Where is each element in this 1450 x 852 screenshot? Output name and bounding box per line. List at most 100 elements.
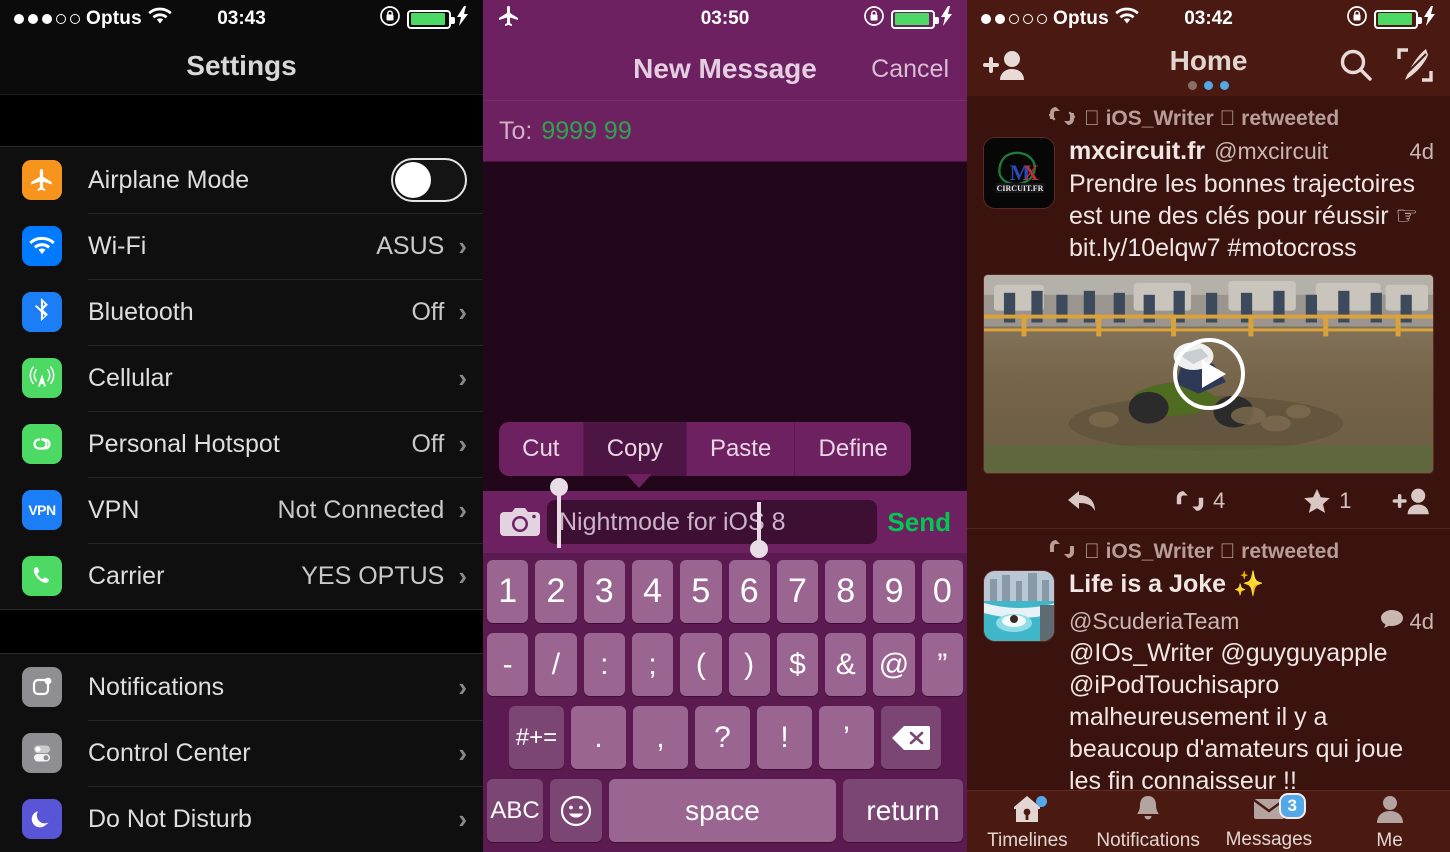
twitter-tab-bar: Timelines Notifications 3 Messages Me	[967, 790, 1450, 852]
sidebar-item-cellular[interactable]: Cellular ›	[0, 345, 483, 412]
avatar[interactable]: M X CIRCUIT.FR	[983, 137, 1055, 210]
page-title: Settings	[186, 50, 297, 82]
status-bar-left: Optus	[14, 7, 172, 31]
copy-menu-item[interactable]: Copy	[583, 422, 687, 476]
twitter-timeline-feed[interactable]:  iOS_Writer  retweeted M X CIRCUIT.FR	[967, 96, 1450, 790]
tweet-author-handle[interactable]: @mxcircuit	[1214, 138, 1328, 165]
key-paren-open[interactable]: (	[680, 633, 722, 696]
battery-icon	[891, 9, 939, 29]
key-8[interactable]: 8	[825, 560, 867, 623]
tab-messages[interactable]: 3 Messages	[1209, 791, 1330, 852]
tweet-timestamp: 4d	[1409, 139, 1434, 165]
tweet-item[interactable]:  iOS_Writer  retweeted	[967, 529, 1450, 790]
key-quote[interactable]: ”	[921, 633, 963, 696]
key-colon[interactable]: :	[583, 633, 625, 696]
message-text-input[interactable]: Nightmode for iOS 8	[547, 478, 878, 558]
chevron-right-icon: ›	[458, 429, 467, 460]
sidebar-item-bluetooth[interactable]: Bluetooth Off ›	[0, 279, 483, 346]
cut-menu-item[interactable]: Cut	[499, 422, 584, 476]
selection-handle-start[interactable]	[550, 478, 568, 548]
status-bar-right	[1346, 5, 1436, 33]
add-user-icon[interactable]	[1390, 486, 1434, 516]
recipient-field-row[interactable]: To: 9999 99	[483, 100, 967, 162]
key-at[interactable]: @	[873, 633, 915, 696]
backspace-icon[interactable]	[881, 706, 941, 769]
carrier-name: Optus	[86, 8, 142, 29]
key-paren-close[interactable]: )	[728, 633, 770, 696]
favorite-count: 1	[1339, 488, 1352, 514]
key-3[interactable]: 3	[583, 560, 625, 623]
key-apostrophe[interactable]: ’	[819, 706, 874, 769]
key-9[interactable]: 9	[873, 560, 915, 623]
bell-icon	[1134, 795, 1162, 828]
sidebar-item-wifi[interactable]: Wi-Fi ASUS ›	[0, 213, 483, 280]
define-menu-item[interactable]: Define	[795, 422, 911, 476]
avatar[interactable]	[983, 570, 1055, 643]
play-button[interactable]	[1172, 338, 1245, 411]
airplane-icon	[497, 4, 521, 34]
to-label: To:	[499, 116, 533, 145]
camera-icon[interactable]	[493, 506, 547, 538]
airplane-mode-toggle[interactable]	[391, 158, 467, 203]
key-6[interactable]: 6	[728, 560, 770, 623]
tweet-author-name[interactable]: Life is a Joke ✨	[1069, 570, 1264, 599]
cellular-icon	[22, 358, 62, 399]
tweet-media-thumbnail[interactable]	[983, 274, 1434, 475]
tab-me[interactable]: Me	[1329, 791, 1450, 852]
key-semicolon[interactable]: ;	[631, 633, 674, 696]
sidebar-item-airplane-mode[interactable]: Airplane Mode	[0, 147, 483, 214]
unread-badge: 3	[1278, 793, 1306, 819]
selection-handle-end[interactable]	[750, 502, 769, 558]
key-7[interactable]: 7	[776, 560, 819, 623]
favorite-icon[interactable]: 1	[1303, 488, 1352, 514]
tweet-content: mxcircuit.fr @mxcircuit 4d Prendre les b…	[1069, 137, 1434, 264]
key-exclamation[interactable]: !	[757, 706, 812, 769]
key-4[interactable]: 4	[631, 560, 674, 623]
tab-label: Messages	[1225, 828, 1313, 850]
control-center-icon	[22, 733, 62, 773]
key-period[interactable]: .	[571, 706, 626, 769]
paste-menu-item[interactable]: Paste	[687, 422, 796, 476]
key-return[interactable]: return	[843, 779, 963, 842]
battery-icon	[407, 9, 455, 29]
sidebar-item-do-not-disturb[interactable]: Do Not Disturb ›	[0, 786, 483, 852]
key-abc[interactable]: ABC	[487, 779, 543, 842]
key-5[interactable]: 5	[680, 560, 722, 623]
chevron-right-icon: ›	[458, 561, 467, 592]
retweet-text:  iOS_Writer  retweeted	[1084, 539, 1339, 563]
tweet-author-handle[interactable]: @ScuderiaTeam	[1069, 608, 1239, 635]
key-2[interactable]: 2	[535, 560, 577, 623]
signal-strength-dots	[981, 14, 1047, 24]
sidebar-item-vpn[interactable]: VPN VPN Not Connected ›	[0, 477, 483, 544]
key-dollar[interactable]: $	[776, 633, 819, 696]
key-hyphen[interactable]: -	[487, 633, 529, 696]
tab-timelines[interactable]: Timelines	[967, 791, 1088, 852]
key-slash[interactable]: /	[535, 633, 577, 696]
tab-notifications[interactable]: Notifications	[1088, 791, 1209, 852]
retweet-action[interactable]: 4	[1175, 488, 1225, 514]
send-button[interactable]: Send	[887, 507, 957, 538]
sidebar-item-control-center[interactable]: Control Center ›	[0, 720, 483, 786]
reply-icon[interactable]	[1067, 489, 1097, 513]
search-icon[interactable]	[1338, 47, 1374, 88]
sidebar-item-personal-hotspot[interactable]: Personal Hotspot Off ›	[0, 411, 483, 478]
key-symbols-shift[interactable]: #+=	[509, 706, 564, 769]
page-title: New Message	[633, 53, 817, 84]
compose-icon[interactable]	[1396, 47, 1434, 88]
sidebar-item-notifications[interactable]: Notifications ›	[0, 654, 483, 720]
key-ampersand[interactable]: &	[825, 633, 867, 696]
key-question[interactable]: ?	[695, 706, 750, 769]
tab-label: Me	[1376, 829, 1403, 851]
key-0[interactable]: 0	[921, 560, 963, 623]
person-icon	[1376, 795, 1404, 828]
emoji-smiley-icon[interactable]	[550, 779, 602, 842]
sidebar-item-label: Bluetooth	[88, 297, 194, 326]
cancel-button[interactable]: Cancel	[871, 55, 949, 84]
sidebar-item-carrier[interactable]: Carrier YES OPTUS ›	[0, 543, 483, 610]
key-1[interactable]: 1	[487, 560, 529, 623]
tweet-author-name[interactable]: mxcircuit.fr	[1069, 137, 1205, 166]
key-comma[interactable]: ,	[633, 706, 688, 769]
moon-icon	[22, 799, 62, 839]
key-space[interactable]: space	[609, 779, 836, 842]
tweet-item[interactable]:  iOS_Writer  retweeted M X CIRCUIT.FR	[967, 96, 1450, 530]
